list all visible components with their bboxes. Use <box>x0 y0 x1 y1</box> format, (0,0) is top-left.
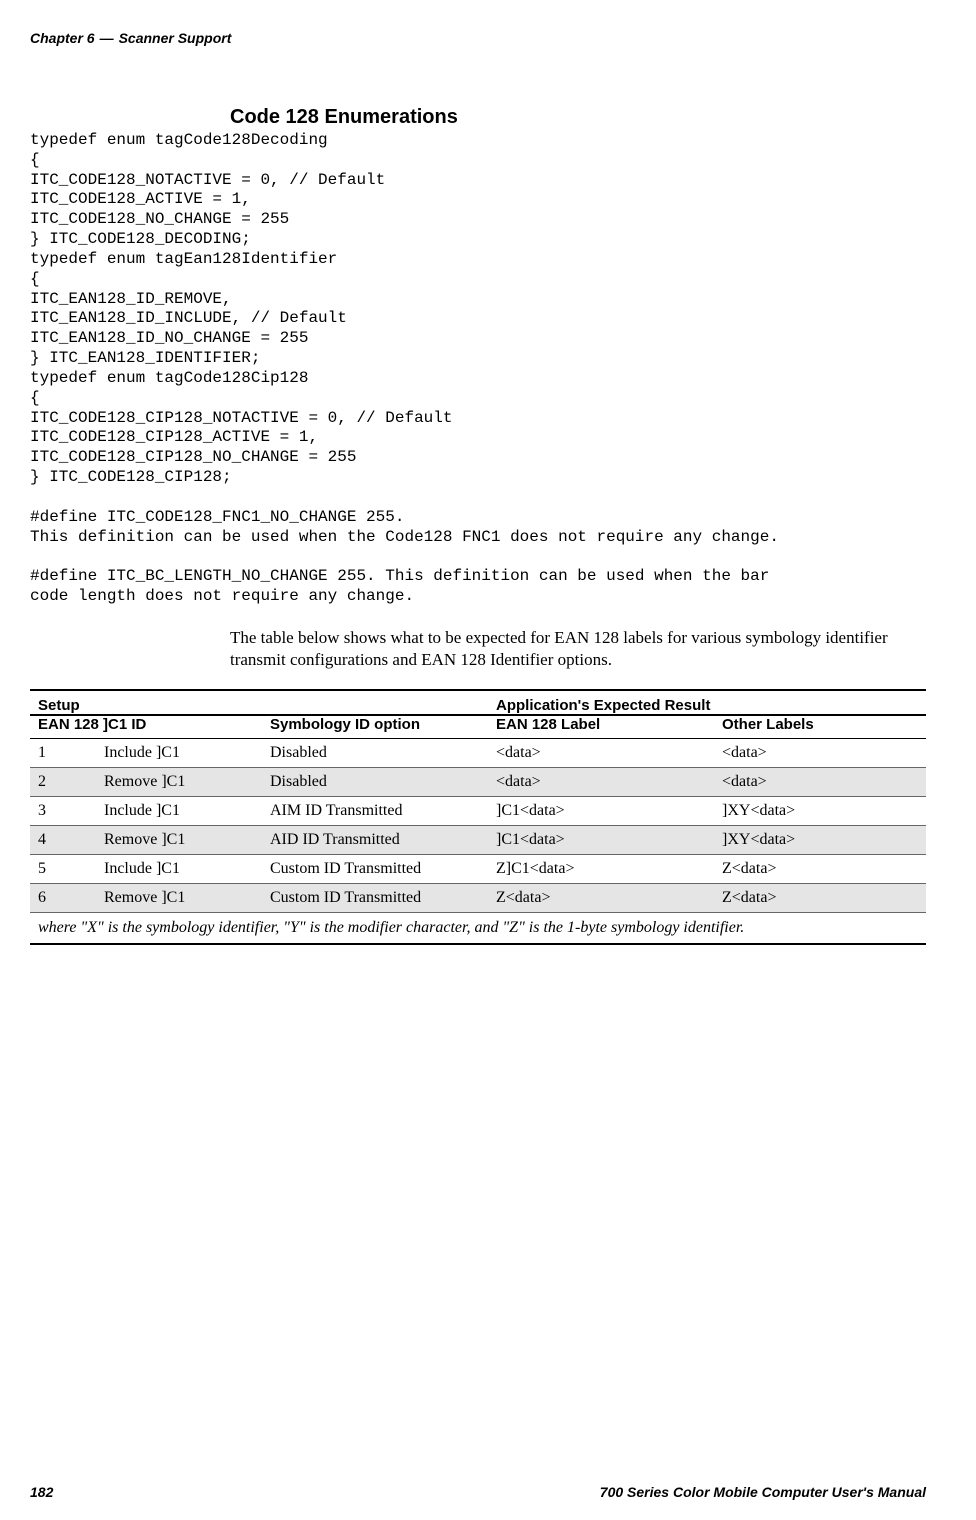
cell-other: Z<data> <box>714 855 926 884</box>
cell-label: <data> <box>488 739 714 768</box>
cell-num: 6 <box>30 884 96 913</box>
section-heading: Code 128 Enumerations <box>230 106 926 129</box>
manual-title: 700 Series Color Mobile Computer User's … <box>600 1484 926 1500</box>
cell-other: Z<data> <box>714 884 926 913</box>
cell-num: 2 <box>30 768 96 797</box>
table-row: 6 Remove ]C1 Custom ID Transmitted Z<dat… <box>30 884 926 913</box>
body-paragraph: The table below shows what to be expecte… <box>230 627 926 671</box>
cell-ean: Include ]C1 <box>96 797 262 826</box>
cell-sym: Custom ID Transmitted <box>262 855 488 884</box>
cell-other: <data> <box>714 739 926 768</box>
table-row: 1 Include ]C1 Disabled <data> <data> <box>30 739 926 768</box>
code-block: typedef enum tagCode128Decoding { ITC_CO… <box>30 131 926 607</box>
cell-sym: AIM ID Transmitted <box>262 797 488 826</box>
table-header-setup: Setup <box>30 690 488 715</box>
cell-label: <data> <box>488 768 714 797</box>
cell-num: 3 <box>30 797 96 826</box>
table-row: 2 Remove ]C1 Disabled <data> <data> <box>30 768 926 797</box>
table-footnote: where "X" is the symbology identifier, "… <box>30 913 926 945</box>
table-row: 3 Include ]C1 AIM ID Transmitted ]C1<dat… <box>30 797 926 826</box>
cell-ean: Include ]C1 <box>96 739 262 768</box>
cell-ean: Include ]C1 <box>96 855 262 884</box>
cell-other: ]XY<data> <box>714 797 926 826</box>
cell-sym: Disabled <box>262 739 488 768</box>
cell-label: Z<data> <box>488 884 714 913</box>
section-label: Scanner Support <box>119 30 232 46</box>
page-footer: 182 700 Series Color Mobile Computer Use… <box>30 1484 926 1500</box>
cell-ean: Remove ]C1 <box>96 768 262 797</box>
table-header-sym: Symbology ID option <box>262 715 488 739</box>
ean128-table: Setup Application's Expected Result EAN … <box>30 689 926 945</box>
cell-num: 1 <box>30 739 96 768</box>
table-header-label: EAN 128 Label <box>488 715 714 739</box>
cell-label: ]C1<data> <box>488 797 714 826</box>
cell-num: 5 <box>30 855 96 884</box>
chapter-label: Chapter 6 <box>30 30 95 46</box>
page-number: 182 <box>30 1484 53 1500</box>
table-row: 5 Include ]C1 Custom ID Transmitted Z]C1… <box>30 855 926 884</box>
cell-ean: Remove ]C1 <box>96 826 262 855</box>
cell-num: 4 <box>30 826 96 855</box>
cell-other: ]XY<data> <box>714 826 926 855</box>
table-footnote-row: where "X" is the symbology identifier, "… <box>30 913 926 945</box>
table-header-other: Other Labels <box>714 715 926 739</box>
cell-label: ]C1<data> <box>488 826 714 855</box>
cell-sym: Custom ID Transmitted <box>262 884 488 913</box>
table-row: 4 Remove ]C1 AID ID Transmitted ]C1<data… <box>30 826 926 855</box>
table-header-ean: EAN 128 ]C1 ID <box>30 715 262 739</box>
table-header-result: Application's Expected Result <box>488 690 926 715</box>
cell-sym: AID ID Transmitted <box>262 826 488 855</box>
cell-other: <data> <box>714 768 926 797</box>
cell-ean: Remove ]C1 <box>96 884 262 913</box>
cell-label: Z]C1<data> <box>488 855 714 884</box>
page-header: Chapter 6—Scanner Support <box>30 30 926 46</box>
cell-sym: Disabled <box>262 768 488 797</box>
